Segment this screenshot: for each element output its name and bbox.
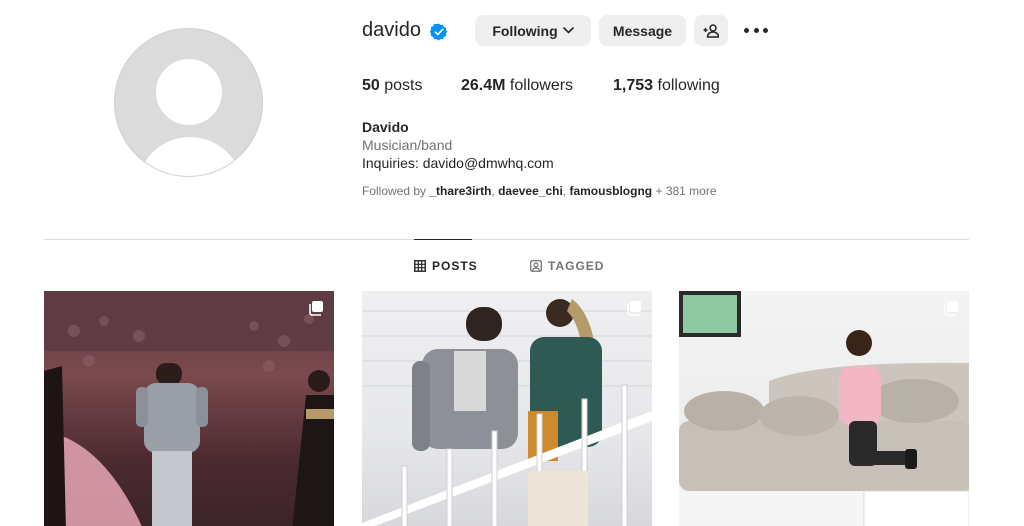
post-thumbnail[interactable]	[679, 291, 969, 526]
posts-count: 50 posts	[362, 77, 423, 95]
avatar-placeholder-body	[137, 137, 243, 176]
message-button-label: Message	[612, 22, 673, 39]
active-tab-indicator	[414, 239, 472, 240]
post-photo-couple	[362, 299, 652, 526]
message-button[interactable]: Message	[599, 15, 686, 46]
following-count-label: following	[657, 77, 720, 94]
following-button-label: Following	[492, 22, 558, 39]
followed-by-suffix: + 381 more	[652, 184, 717, 198]
followed-by-link[interactable]: Followed by _thare3irth, daevee_chi, fam…	[362, 184, 717, 198]
followed-by-prefix: Followed by	[362, 184, 430, 198]
post-photo-stage-performance	[44, 291, 334, 526]
dot	[763, 27, 768, 33]
multiple-images-icon	[627, 301, 641, 316]
add-person-icon	[703, 23, 719, 38]
profile-avatar[interactable]	[114, 28, 263, 177]
profile-full-name: Davido	[362, 119, 409, 135]
dot	[753, 27, 759, 33]
tagged-user-icon	[530, 260, 542, 272]
followed-by-name: _thare3irth	[429, 184, 492, 198]
followed-by-name: famousblogng	[569, 184, 653, 198]
tabs-divider	[44, 239, 969, 240]
post-thumbnail[interactable]	[44, 291, 334, 526]
posts-count-label: posts	[384, 77, 423, 94]
profile-username: davido	[362, 19, 421, 41]
suggested-accounts-button[interactable]	[694, 15, 728, 46]
avatar-placeholder-head	[156, 59, 222, 125]
tab-tagged-label: TAGGED	[548, 259, 605, 273]
followers-count-link[interactable]: 26.4M followers	[461, 77, 573, 95]
posts-count-value: 50	[362, 77, 380, 94]
followed-by-name: daevee_chi	[498, 184, 563, 198]
grid-icon	[414, 260, 426, 272]
chevron-down-icon	[562, 27, 574, 34]
more-options-button[interactable]	[744, 24, 768, 36]
verified-badge-icon	[430, 23, 448, 41]
profile-category: Musician/band	[362, 137, 453, 153]
following-button[interactable]: Following	[475, 15, 591, 46]
dot	[744, 27, 749, 33]
post-photo-child-on-sofa	[679, 291, 969, 526]
tab-posts[interactable]: POSTS	[414, 259, 478, 273]
tab-tagged[interactable]: TAGGED	[530, 259, 604, 273]
followers-count-value: 26.4M	[461, 77, 506, 94]
profile-bio: Inquiries: davido@dmwhq.com	[362, 155, 554, 171]
multiple-images-icon	[309, 301, 323, 316]
tab-posts-label: POSTS	[432, 259, 478, 273]
following-count-link[interactable]: 1,753 following	[613, 77, 720, 95]
post-thumbnail[interactable]	[362, 291, 652, 526]
followers-count-label: followers	[509, 77, 574, 94]
following-count-value: 1,753	[613, 77, 654, 94]
multiple-images-icon	[944, 301, 958, 316]
